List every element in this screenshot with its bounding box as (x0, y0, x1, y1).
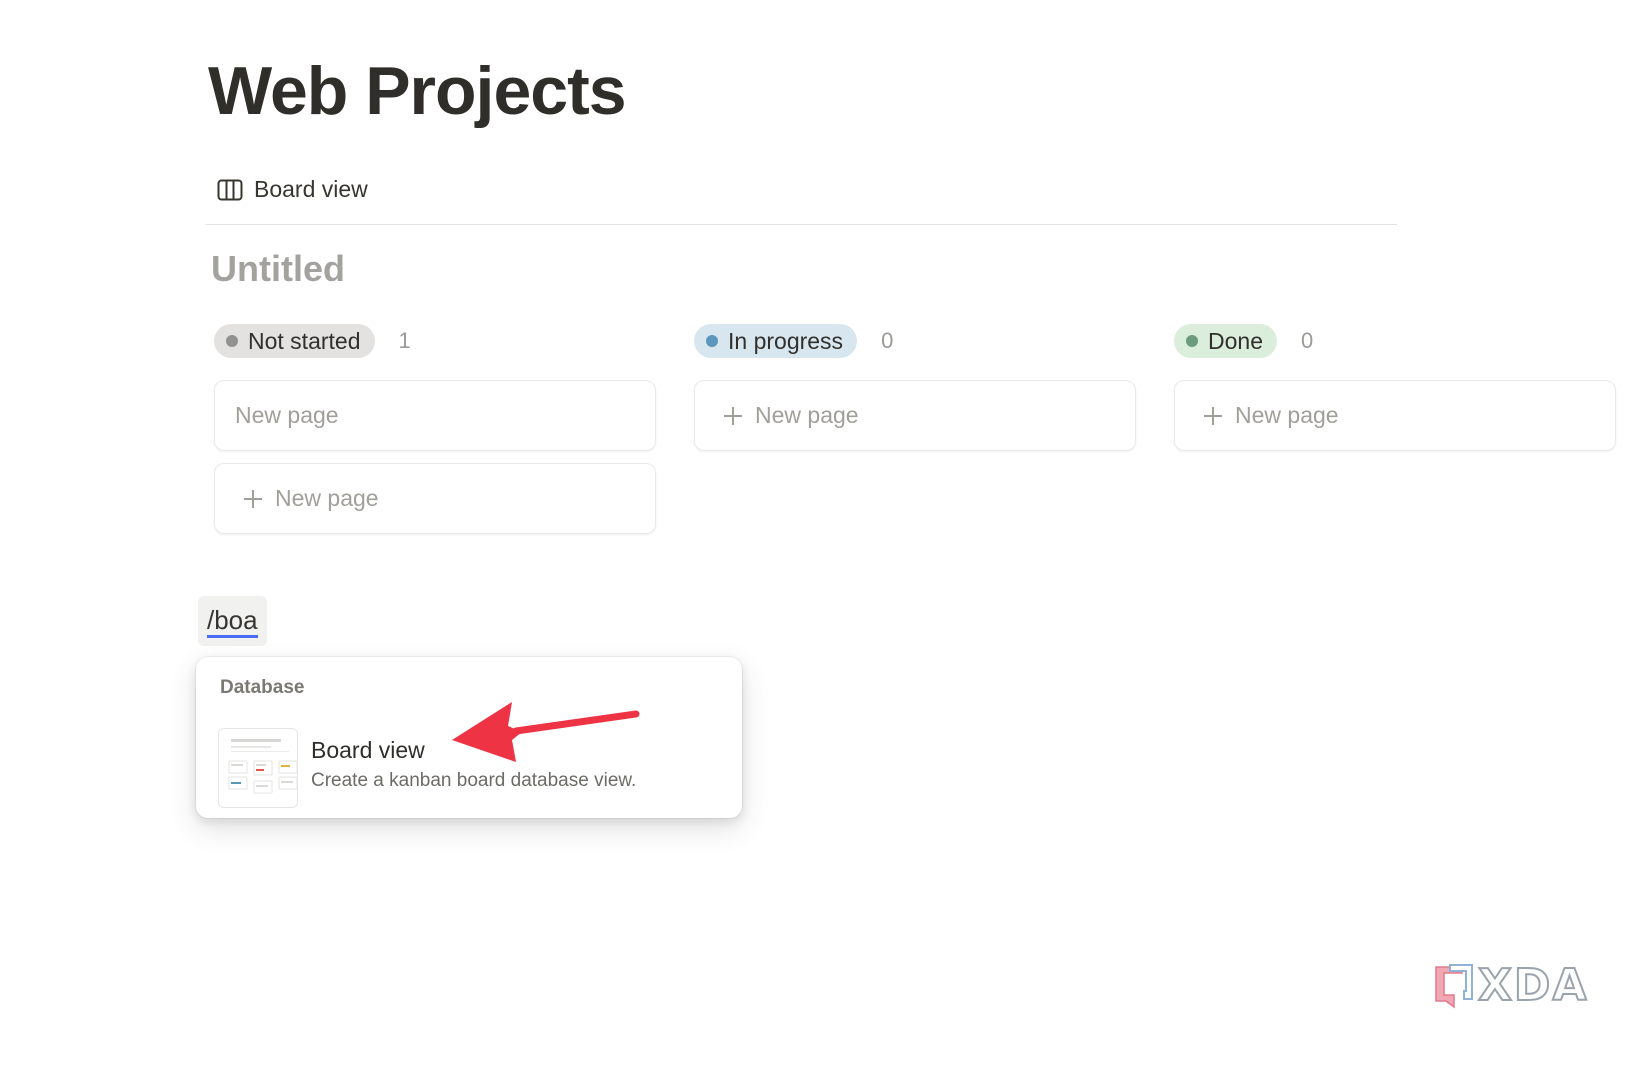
card-title: New page (235, 402, 339, 428)
slash-command-input[interactable]: /boa (198, 596, 267, 646)
status-dot (1186, 335, 1198, 347)
column-header: Done 0 (1174, 323, 1616, 359)
xda-logo-icon (1435, 963, 1473, 1008)
new-page-label: New page (755, 402, 859, 428)
board-column-not-started: Not started 1 New page New page (214, 323, 656, 534)
slash-command-text: /boa (207, 605, 258, 638)
plus-icon (1204, 406, 1222, 425)
new-page-label: New page (1235, 402, 1339, 428)
column-header: In progress 0 (694, 323, 1136, 359)
new-page-button[interactable]: New page (214, 463, 656, 534)
column-count: 0 (881, 328, 894, 353)
status-badge[interactable]: Not started (214, 324, 375, 358)
watermark-text: XDA (1477, 959, 1589, 1012)
status-label: In progress (728, 327, 844, 354)
status-badge[interactable]: Done (1174, 324, 1277, 358)
column-count: 1 (398, 328, 411, 353)
board-view-icon (217, 179, 243, 200)
column-header: Not started 1 (214, 323, 656, 359)
menu-item-title: Board view (311, 737, 425, 763)
annotation-arrow-icon (452, 702, 640, 762)
status-label: Not started (248, 327, 361, 354)
board-column-in-progress: In progress 0 New page (694, 323, 1136, 451)
column-count: 0 (1300, 328, 1314, 353)
status-dot (706, 335, 718, 347)
page-title[interactable]: Web Projects (208, 52, 627, 130)
divider (205, 224, 1397, 225)
tab-label: Board view (254, 176, 368, 202)
board-view-thumbnail-icon (218, 728, 298, 808)
xda-watermark: XDA (1432, 959, 1589, 1012)
database-title[interactable]: Untitled (211, 248, 345, 290)
tab-board-view[interactable]: Board view (217, 176, 368, 203)
new-page-button[interactable]: New page (694, 380, 1136, 451)
menu-section-label: Database (220, 677, 305, 698)
new-page-label: New page (275, 485, 379, 511)
plus-icon (724, 406, 742, 425)
notion-page: Web Projects Board view Untitled Not sta… (0, 0, 1650, 1073)
plus-icon (244, 489, 262, 508)
board-column-done: Done 0 New page (1174, 323, 1616, 451)
board-card[interactable]: New page (214, 380, 656, 451)
menu-item-description: Create a kanban board database view. (311, 770, 637, 791)
status-badge[interactable]: In progress (694, 324, 858, 358)
status-label: Done (1208, 327, 1263, 354)
status-dot (226, 335, 238, 347)
new-page-button[interactable]: New page (1174, 380, 1616, 451)
